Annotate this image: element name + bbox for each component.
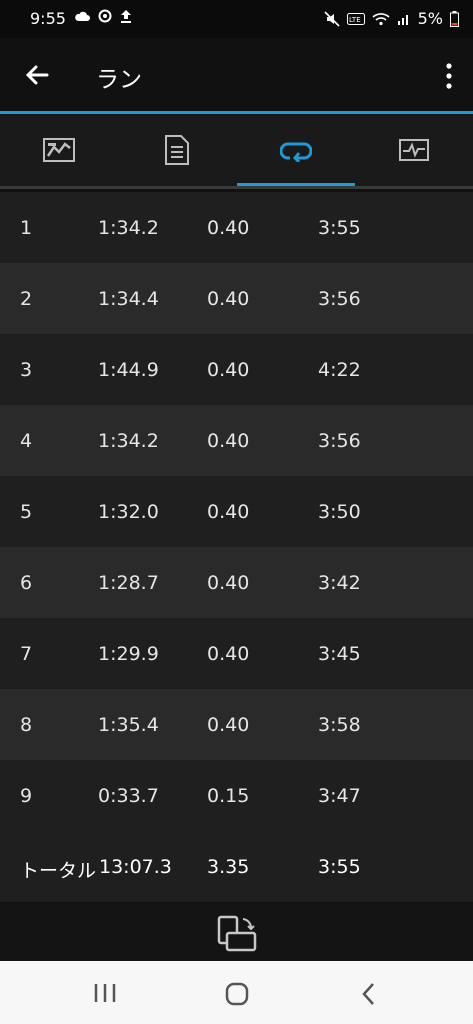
- lap-number: 5: [20, 501, 33, 523]
- lap-number: 3: [20, 359, 33, 381]
- lap-pace: 3:50: [318, 501, 361, 523]
- signal-icon: [397, 14, 408, 25]
- total-row: トータル 13:07.3 3.35 3:55: [0, 831, 473, 902]
- tab-laps[interactable]: [236, 114, 355, 186]
- table-row[interactable]: 4 1:34.2 0.40 3:56: [0, 405, 473, 476]
- back-arrow-icon[interactable]: [22, 60, 52, 90]
- table-row[interactable]: 5 1:32.0 0.40 3:50: [0, 476, 473, 547]
- lap-pace: 4:22: [318, 359, 361, 381]
- lap-pace: 3:45: [318, 643, 361, 665]
- pulse-icon: [398, 139, 429, 161]
- tab-graph[interactable]: [355, 114, 473, 186]
- lap-distance: 0.40: [207, 714, 250, 736]
- bottom-bar: [0, 903, 473, 961]
- lap-time: 1:28.7: [98, 572, 159, 594]
- table-row[interactable]: 1 1:34.2 0.40 3:55: [0, 192, 473, 263]
- volte-icon: LTE: [346, 12, 365, 25]
- lap-number: 9: [20, 785, 33, 807]
- lap-number: 6: [20, 572, 33, 594]
- system-nav-bar: [0, 961, 473, 1024]
- tab-details[interactable]: [118, 114, 236, 186]
- rotate-screen-icon[interactable]: [215, 913, 259, 953]
- total-label: トータル: [20, 860, 97, 882]
- total-time: 13:07.3: [99, 856, 172, 878]
- nav-back-icon[interactable]: [360, 981, 376, 1007]
- lap-pace: 3:47: [318, 785, 361, 807]
- lap-distance: 0.15: [207, 785, 250, 807]
- tab-chart[interactable]: [0, 114, 118, 186]
- laps-table: 1 1:34.2 0.40 3:55 2 1:34.4 0.40 3:56 3 …: [0, 192, 473, 902]
- lap-distance: 0.40: [207, 217, 250, 239]
- lap-distance: 0.40: [207, 501, 250, 523]
- status-bar: 9:55 LTE 5%: [0, 0, 473, 38]
- lap-time: 1:44.9: [98, 359, 159, 381]
- total-pace: 3:55: [318, 856, 361, 878]
- lap-time: 1:32.0: [98, 501, 159, 523]
- lap-pace: 3:56: [318, 430, 361, 452]
- lap-time: 1:29.9: [98, 643, 159, 665]
- lap-distance: 0.40: [207, 288, 250, 310]
- lap-distance: 0.40: [207, 643, 250, 665]
- lap-time: 1:34.2: [98, 217, 159, 239]
- lap-time: 0:33.7: [98, 785, 159, 807]
- tab-bar: [0, 114, 473, 186]
- document-icon: [165, 135, 190, 165]
- lap-distance: 0.40: [207, 359, 250, 381]
- lap-time: 1:35.4: [98, 714, 159, 736]
- lap-number: 8: [20, 714, 33, 736]
- lap-distance: 0.40: [207, 430, 250, 452]
- lap-time: 1:34.2: [98, 430, 159, 452]
- lap-number: 1: [20, 217, 33, 239]
- table-row[interactable]: 9 0:33.7 0.15 3:47: [0, 760, 473, 831]
- table-row[interactable]: 2 1:34.4 0.40 3:56: [0, 263, 473, 334]
- lap-icon: [279, 142, 312, 162]
- table-row[interactable]: 8 1:35.4 0.40 3:58: [0, 689, 473, 760]
- lap-pace: 3:58: [318, 714, 361, 736]
- wifi-icon: [372, 12, 390, 25]
- lap-time: 1:34.4: [98, 288, 159, 310]
- svg-text:LTE: LTE: [349, 16, 361, 24]
- lap-pace: 3:42: [318, 572, 361, 594]
- lap-pace: 3:55: [318, 217, 361, 239]
- lap-distance: 0.40: [207, 572, 250, 594]
- mute-icon: [324, 10, 340, 27]
- table-row[interactable]: 7 1:29.9 0.40 3:45: [0, 618, 473, 689]
- recent-apps-icon[interactable]: [92, 982, 118, 1004]
- lap-number: 4: [20, 430, 33, 452]
- battery-percent: 5%: [417, 9, 443, 28]
- upload-icon: [121, 10, 131, 23]
- table-row[interactable]: 6 1:28.7 0.40 3:42: [0, 547, 473, 618]
- page-title: ラン: [96, 67, 142, 93]
- home-icon[interactable]: [224, 981, 250, 1007]
- status-time: 9:55: [30, 9, 66, 28]
- lap-number: 7: [20, 643, 33, 665]
- sync-icon: [98, 9, 112, 23]
- tab-divider: [0, 186, 473, 189]
- lap-pace: 3:56: [318, 288, 361, 310]
- app-bar: ラン: [0, 38, 473, 112]
- total-distance: 3.35: [207, 856, 250, 878]
- more-options-icon[interactable]: [443, 62, 455, 90]
- lap-number: 2: [20, 288, 33, 310]
- battery-icon: [450, 10, 459, 27]
- table-row[interactable]: 3 1:44.9 0.40 4:22: [0, 334, 473, 405]
- chart-icon: [43, 138, 76, 162]
- cloud-icon: [75, 11, 90, 21]
